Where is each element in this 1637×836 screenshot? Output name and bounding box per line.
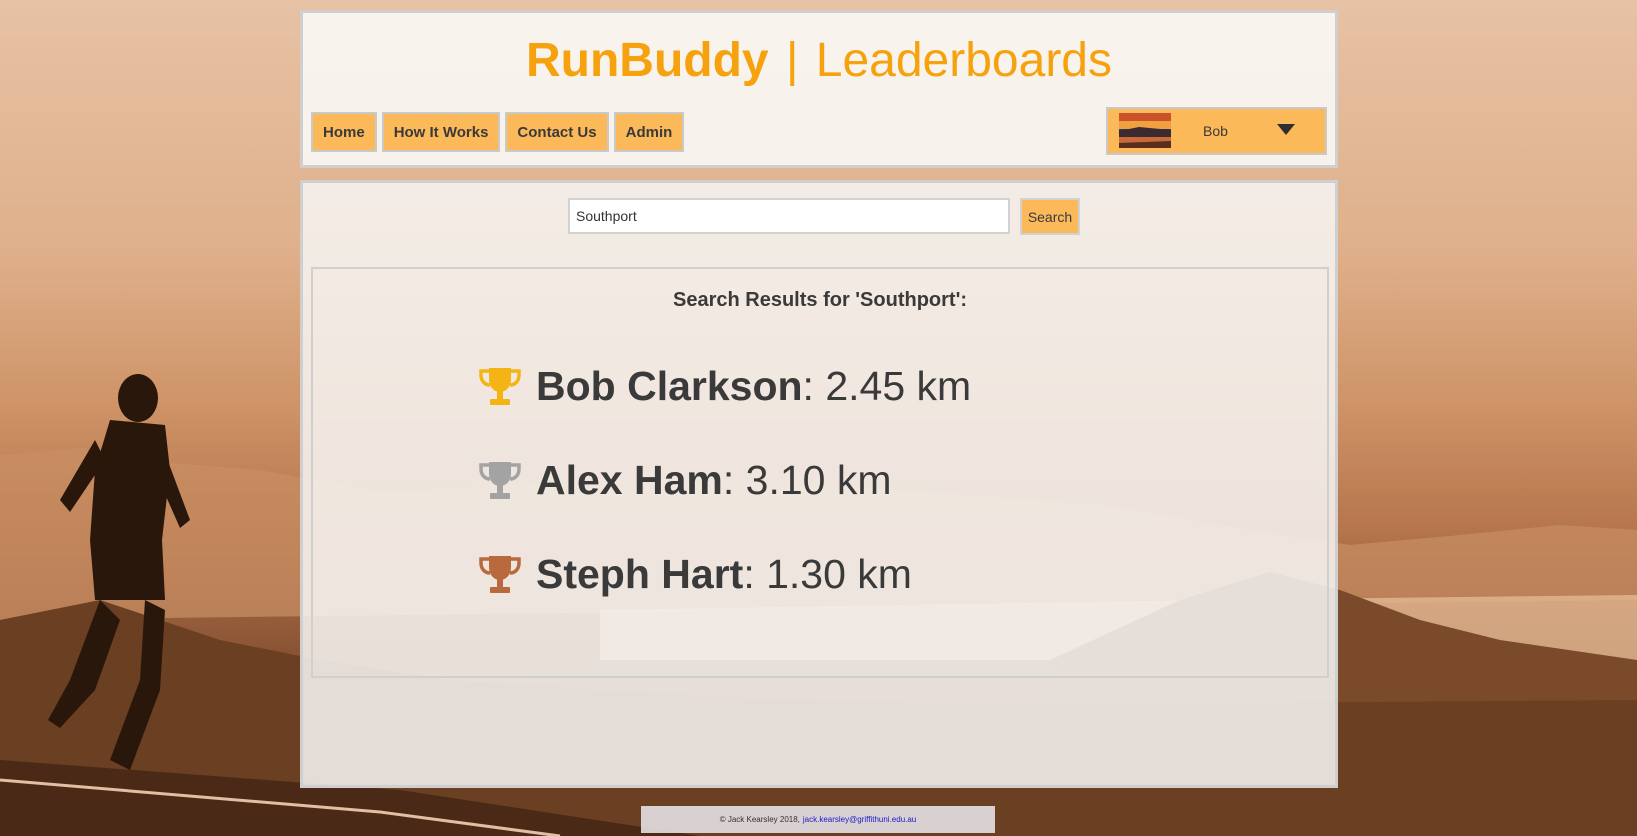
runner-name: Steph Hart [536, 551, 744, 597]
nav-contact-us-button[interactable]: Contact Us [505, 112, 609, 152]
result-text: Bob Clarkson: 2.45 km [536, 363, 971, 410]
brand-name[interactable]: RunBuddy [526, 34, 769, 87]
runner-distance: : 1.30 km [743, 551, 912, 597]
user-name: Bob [1203, 123, 1228, 139]
title-separator: | [785, 34, 799, 87]
runner-distance: : 3.10 km [722, 457, 892, 503]
avatar [1119, 113, 1171, 148]
result-text: Alex Ham: 3.10 km [536, 457, 892, 504]
nav-home-button[interactable]: Home [311, 112, 377, 152]
header-panel: RunBuddy | Leaderboards Home How It Work… [300, 10, 1338, 168]
runner-distance: : 2.45 km [802, 363, 972, 409]
result-item: Steph Hart: 1.30 km [478, 551, 912, 598]
search-bar: Search [303, 198, 1335, 235]
main-nav: Home How It Works Contact Us Admin [311, 112, 685, 152]
user-menu-dropdown[interactable]: Bob [1106, 107, 1327, 155]
result-text: Steph Hart: 1.30 km [536, 551, 912, 598]
footer-email-link[interactable]: jack.kearsley@griffithuni.edu.au [803, 815, 916, 824]
footer: © Jack Kearsley 2018, jack.kearsley@grif… [641, 806, 995, 833]
results-panel: Search Results for 'Southport': Bob Clar… [311, 267, 1329, 678]
main-panel: Search Search Results for 'Southport': B… [300, 180, 1338, 788]
search-input[interactable] [568, 198, 1010, 234]
bronze-trophy-icon [479, 555, 521, 593]
result-item: Bob Clarkson: 2.45 km [478, 363, 971, 410]
nav-how-it-works-button[interactable]: How It Works [381, 112, 501, 152]
search-button[interactable]: Search [1020, 198, 1080, 235]
silver-trophy-icon [479, 461, 521, 499]
nav-admin-button[interactable]: Admin [613, 112, 685, 152]
footer-copyright: © Jack Kearsley 2018, [719, 815, 800, 824]
runner-name: Bob Clarkson [536, 363, 803, 409]
gold-trophy-icon [479, 367, 521, 405]
section-title: Leaderboards [815, 34, 1112, 87]
chevron-down-icon[interactable] [1277, 124, 1295, 135]
result-item: Alex Ham: 3.10 km [478, 457, 892, 504]
results-title: Search Results for 'Southport': [673, 289, 967, 311]
page-title: RunBuddy | Leaderboards [303, 33, 1335, 88]
runner-name: Alex Ham [536, 457, 723, 503]
